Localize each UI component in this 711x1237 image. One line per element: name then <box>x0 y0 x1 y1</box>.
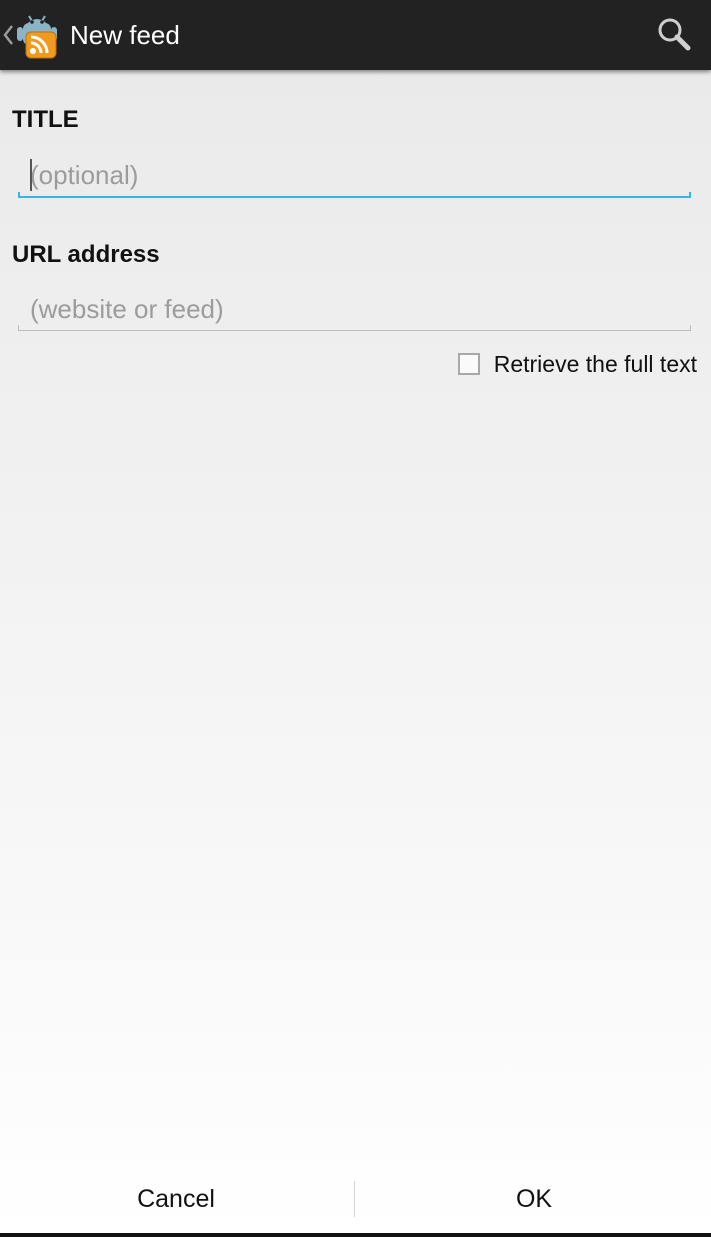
full-text-checkbox[interactable] <box>457 353 480 375</box>
action-bar: New feed <box>0 0 711 70</box>
up-navigation-button[interactable]: New feed <box>0 0 210 70</box>
url-input-underline <box>18 325 691 331</box>
url-field-container <box>18 286 691 338</box>
url-label: URL address <box>12 241 160 268</box>
url-input[interactable] <box>18 286 691 332</box>
bottom-edge <box>0 1233 711 1237</box>
search-icon <box>658 18 691 51</box>
button-divider <box>354 1181 355 1217</box>
android-rss-feed-icon <box>17 15 57 59</box>
search-button[interactable] <box>631 0 711 70</box>
title-input-underline <box>18 192 691 198</box>
dialog-button-bar: Cancel OK <box>0 1165 711 1233</box>
screen-title: New feed <box>70 20 180 50</box>
full-text-label: Retrieve the full text <box>493 350 697 377</box>
full-text-option[interactable]: Retrieve the full text <box>457 348 697 380</box>
ok-button[interactable]: OK <box>357 1165 711 1233</box>
title-field-container <box>18 152 691 204</box>
text-cursor <box>30 159 32 191</box>
title-input[interactable] <box>18 152 691 198</box>
cancel-button[interactable]: Cancel <box>0 1165 352 1233</box>
title-label: TITLE <box>12 106 79 133</box>
